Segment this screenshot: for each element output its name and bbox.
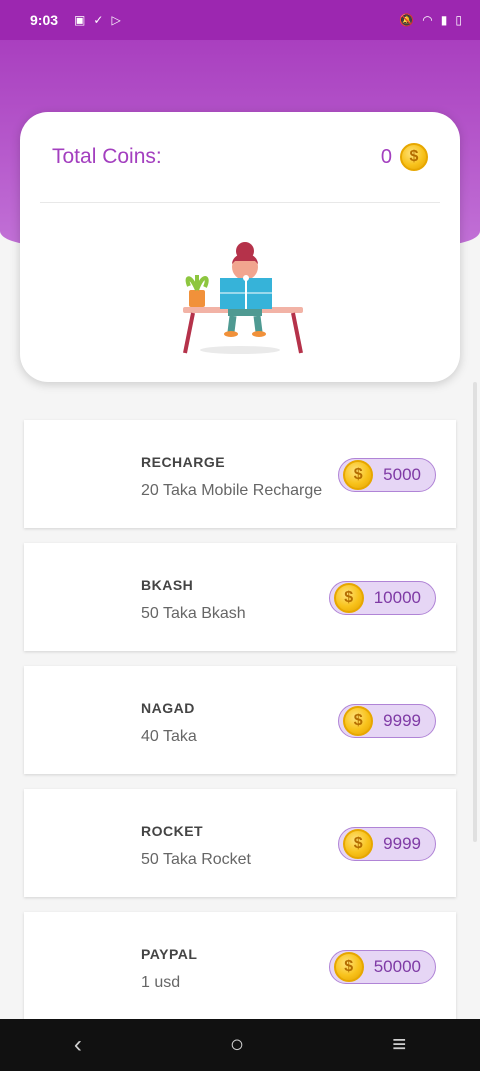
- wifi-icon: ◠: [422, 13, 433, 27]
- check-icon: ✓: [93, 13, 104, 27]
- reward-cost: 9999: [383, 834, 421, 853]
- reward-title: BKASH: [141, 577, 194, 593]
- coin-icon: $: [343, 460, 374, 490]
- reward-item-nagad[interactable]: NAGAD 40 Taka $ 9999: [24, 666, 456, 774]
- total-coins-label: Total Coins:: [52, 145, 162, 168]
- camera-icon: ▣: [74, 13, 86, 27]
- coin-icon: $: [333, 583, 364, 613]
- coin-icon: $: [343, 829, 374, 859]
- mute-icon: 🔕: [399, 13, 415, 27]
- reward-title: PAYPAL: [141, 946, 198, 962]
- reward-desc: 20 Taka Mobile Recharge: [141, 482, 323, 499]
- total-coins-value: 0 $: [381, 143, 428, 171]
- reward-item-rocket[interactable]: ROCKET 50 Taka Rocket $ 9999: [24, 789, 456, 897]
- gift-illustration: [183, 241, 303, 354]
- total-coins-number: 0: [380, 145, 392, 168]
- status-time: 9:03: [30, 12, 59, 28]
- reward-item-recharge[interactable]: RECHARGE 20 Taka Mobile Recharge $ 5000: [24, 420, 456, 528]
- redeem-button[interactable]: $ 9999: [338, 827, 436, 861]
- redeem-button[interactable]: $ 50000: [328, 950, 436, 984]
- scrollbar[interactable]: [473, 382, 477, 842]
- play-icon: ▷: [111, 13, 121, 27]
- menu-icon[interactable]: ≡: [392, 1031, 406, 1059]
- back-icon[interactable]: ‹: [74, 1031, 82, 1059]
- reward-desc: 40 Taka: [141, 728, 197, 745]
- redeem-button[interactable]: $ 10000: [328, 581, 436, 615]
- reward-desc: 50 Taka Rocket: [141, 851, 251, 868]
- reward-item-bkash[interactable]: BKASH 50 Taka Bkash $ 10000: [24, 543, 456, 651]
- nav-bar: ‹ ○ ≡: [0, 1019, 480, 1071]
- coins-card: Total Coins: 0 $: [20, 112, 460, 382]
- battery-icon: ▯: [455, 13, 462, 27]
- reward-cost: 50000: [373, 957, 421, 976]
- reward-title: NAGAD: [141, 700, 195, 716]
- reward-cost: 10000: [373, 588, 421, 607]
- redeem-button[interactable]: $ 5000: [338, 458, 436, 492]
- redeem-button[interactable]: $ 9999: [338, 704, 436, 738]
- reward-desc: 1 usd: [141, 974, 181, 991]
- reward-title: RECHARGE: [141, 454, 226, 470]
- coin-icon: $: [333, 952, 364, 982]
- status-right-icons: 🔕 ◠ ▮ ▯: [399, 13, 462, 27]
- card-divider: [40, 202, 440, 203]
- rewards-list: RECHARGE 20 Taka Mobile Recharge $ 5000 …: [24, 420, 456, 1035]
- reward-cost: 5000: [383, 465, 421, 484]
- reward-title: ROCKET: [141, 823, 204, 839]
- illustration: [20, 207, 460, 377]
- reward-item-paypal[interactable]: PAYPAL 1 usd $ 50000: [24, 912, 456, 1020]
- reward-desc: 50 Taka Bkash: [141, 605, 246, 622]
- status-left-icons: ▣ ✓ ▷: [74, 13, 121, 27]
- signal-icon: ▮: [440, 13, 448, 27]
- coin-icon: $: [343, 706, 374, 736]
- coin-icon: $: [400, 143, 428, 171]
- status-bar: 9:03 ▣ ✓ ▷ 🔕 ◠ ▮ ▯: [0, 0, 480, 40]
- coins-row: Total Coins: 0 $: [20, 112, 460, 202]
- reward-cost: 9999: [383, 711, 421, 730]
- home-icon[interactable]: ○: [230, 1031, 245, 1059]
